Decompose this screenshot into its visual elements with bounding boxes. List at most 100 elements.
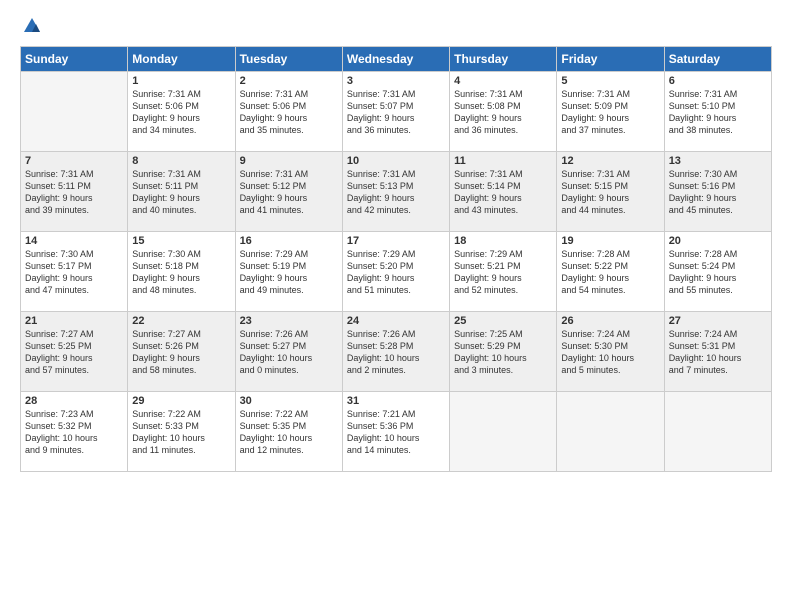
cell-info: Sunrise: 7:31 AM Sunset: 5:09 PM Dayligh… xyxy=(561,88,659,137)
cell-info: Sunrise: 7:29 AM Sunset: 5:19 PM Dayligh… xyxy=(240,248,338,297)
calendar-cell: 12Sunrise: 7:31 AM Sunset: 5:15 PM Dayli… xyxy=(557,152,664,232)
cell-info: Sunrise: 7:30 AM Sunset: 5:17 PM Dayligh… xyxy=(25,248,123,297)
cell-info: Sunrise: 7:30 AM Sunset: 5:16 PM Dayligh… xyxy=(669,168,767,217)
day-number: 11 xyxy=(454,155,552,167)
cell-info: Sunrise: 7:26 AM Sunset: 5:28 PM Dayligh… xyxy=(347,328,445,377)
day-number: 19 xyxy=(561,235,659,247)
day-number: 18 xyxy=(454,235,552,247)
calendar-cell: 20Sunrise: 7:28 AM Sunset: 5:24 PM Dayli… xyxy=(664,232,771,312)
calendar-cell: 19Sunrise: 7:28 AM Sunset: 5:22 PM Dayli… xyxy=(557,232,664,312)
cell-info: Sunrise: 7:21 AM Sunset: 5:36 PM Dayligh… xyxy=(347,408,445,457)
weekday-header: Friday xyxy=(557,47,664,72)
calendar-cell: 1Sunrise: 7:31 AM Sunset: 5:06 PM Daylig… xyxy=(128,72,235,152)
calendar-cell: 23Sunrise: 7:26 AM Sunset: 5:27 PM Dayli… xyxy=(235,312,342,392)
calendar-cell: 15Sunrise: 7:30 AM Sunset: 5:18 PM Dayli… xyxy=(128,232,235,312)
calendar-cell xyxy=(21,72,128,152)
calendar-cell: 24Sunrise: 7:26 AM Sunset: 5:28 PM Dayli… xyxy=(342,312,449,392)
day-number: 25 xyxy=(454,315,552,327)
calendar-cell: 14Sunrise: 7:30 AM Sunset: 5:17 PM Dayli… xyxy=(21,232,128,312)
weekday-header: Sunday xyxy=(21,47,128,72)
cell-info: Sunrise: 7:31 AM Sunset: 5:12 PM Dayligh… xyxy=(240,168,338,217)
day-number: 17 xyxy=(347,235,445,247)
cell-info: Sunrise: 7:24 AM Sunset: 5:31 PM Dayligh… xyxy=(669,328,767,377)
calendar-cell: 3Sunrise: 7:31 AM Sunset: 5:07 PM Daylig… xyxy=(342,72,449,152)
calendar-cell: 7Sunrise: 7:31 AM Sunset: 5:11 PM Daylig… xyxy=(21,152,128,232)
calendar-cell: 28Sunrise: 7:23 AM Sunset: 5:32 PM Dayli… xyxy=(21,392,128,472)
day-number: 12 xyxy=(561,155,659,167)
cell-info: Sunrise: 7:28 AM Sunset: 5:22 PM Dayligh… xyxy=(561,248,659,297)
weekday-header: Monday xyxy=(128,47,235,72)
calendar-cell: 11Sunrise: 7:31 AM Sunset: 5:14 PM Dayli… xyxy=(450,152,557,232)
header xyxy=(20,16,772,36)
calendar-cell: 13Sunrise: 7:30 AM Sunset: 5:16 PM Dayli… xyxy=(664,152,771,232)
day-number: 5 xyxy=(561,75,659,87)
calendar-cell: 17Sunrise: 7:29 AM Sunset: 5:20 PM Dayli… xyxy=(342,232,449,312)
calendar-cell xyxy=(450,392,557,472)
cell-info: Sunrise: 7:31 AM Sunset: 5:11 PM Dayligh… xyxy=(132,168,230,217)
day-number: 24 xyxy=(347,315,445,327)
cell-info: Sunrise: 7:31 AM Sunset: 5:07 PM Dayligh… xyxy=(347,88,445,137)
calendar-cell: 18Sunrise: 7:29 AM Sunset: 5:21 PM Dayli… xyxy=(450,232,557,312)
calendar-week-row: 14Sunrise: 7:30 AM Sunset: 5:17 PM Dayli… xyxy=(21,232,772,312)
calendar-header-row: SundayMondayTuesdayWednesdayThursdayFrid… xyxy=(21,47,772,72)
logo-icon xyxy=(22,16,42,36)
weekday-header: Tuesday xyxy=(235,47,342,72)
day-number: 28 xyxy=(25,395,123,407)
cell-info: Sunrise: 7:25 AM Sunset: 5:29 PM Dayligh… xyxy=(454,328,552,377)
day-number: 22 xyxy=(132,315,230,327)
cell-info: Sunrise: 7:27 AM Sunset: 5:25 PM Dayligh… xyxy=(25,328,123,377)
calendar-cell: 16Sunrise: 7:29 AM Sunset: 5:19 PM Dayli… xyxy=(235,232,342,312)
cell-info: Sunrise: 7:29 AM Sunset: 5:21 PM Dayligh… xyxy=(454,248,552,297)
page: SundayMondayTuesdayWednesdayThursdayFrid… xyxy=(0,0,792,612)
calendar-week-row: 21Sunrise: 7:27 AM Sunset: 5:25 PM Dayli… xyxy=(21,312,772,392)
calendar-week-row: 7Sunrise: 7:31 AM Sunset: 5:11 PM Daylig… xyxy=(21,152,772,232)
cell-info: Sunrise: 7:31 AM Sunset: 5:14 PM Dayligh… xyxy=(454,168,552,217)
day-number: 29 xyxy=(132,395,230,407)
calendar-week-row: 28Sunrise: 7:23 AM Sunset: 5:32 PM Dayli… xyxy=(21,392,772,472)
cell-info: Sunrise: 7:24 AM Sunset: 5:30 PM Dayligh… xyxy=(561,328,659,377)
day-number: 8 xyxy=(132,155,230,167)
cell-info: Sunrise: 7:30 AM Sunset: 5:18 PM Dayligh… xyxy=(132,248,230,297)
cell-info: Sunrise: 7:31 AM Sunset: 5:13 PM Dayligh… xyxy=(347,168,445,217)
cell-info: Sunrise: 7:26 AM Sunset: 5:27 PM Dayligh… xyxy=(240,328,338,377)
day-number: 10 xyxy=(347,155,445,167)
weekday-header: Saturday xyxy=(664,47,771,72)
day-number: 20 xyxy=(669,235,767,247)
calendar-cell: 29Sunrise: 7:22 AM Sunset: 5:33 PM Dayli… xyxy=(128,392,235,472)
day-number: 1 xyxy=(132,75,230,87)
cell-info: Sunrise: 7:23 AM Sunset: 5:32 PM Dayligh… xyxy=(25,408,123,457)
day-number: 15 xyxy=(132,235,230,247)
calendar-cell: 9Sunrise: 7:31 AM Sunset: 5:12 PM Daylig… xyxy=(235,152,342,232)
logo xyxy=(20,16,42,36)
day-number: 13 xyxy=(669,155,767,167)
calendar-cell: 30Sunrise: 7:22 AM Sunset: 5:35 PM Dayli… xyxy=(235,392,342,472)
calendar-cell: 5Sunrise: 7:31 AM Sunset: 5:09 PM Daylig… xyxy=(557,72,664,152)
calendar-cell: 27Sunrise: 7:24 AM Sunset: 5:31 PM Dayli… xyxy=(664,312,771,392)
calendar-cell xyxy=(664,392,771,472)
day-number: 6 xyxy=(669,75,767,87)
cell-info: Sunrise: 7:31 AM Sunset: 5:06 PM Dayligh… xyxy=(240,88,338,137)
day-number: 9 xyxy=(240,155,338,167)
calendar-cell: 10Sunrise: 7:31 AM Sunset: 5:13 PM Dayli… xyxy=(342,152,449,232)
day-number: 14 xyxy=(25,235,123,247)
day-number: 23 xyxy=(240,315,338,327)
day-number: 27 xyxy=(669,315,767,327)
day-number: 2 xyxy=(240,75,338,87)
weekday-header: Wednesday xyxy=(342,47,449,72)
cell-info: Sunrise: 7:22 AM Sunset: 5:33 PM Dayligh… xyxy=(132,408,230,457)
calendar-cell: 21Sunrise: 7:27 AM Sunset: 5:25 PM Dayli… xyxy=(21,312,128,392)
cell-info: Sunrise: 7:22 AM Sunset: 5:35 PM Dayligh… xyxy=(240,408,338,457)
cell-info: Sunrise: 7:27 AM Sunset: 5:26 PM Dayligh… xyxy=(132,328,230,377)
day-number: 4 xyxy=(454,75,552,87)
cell-info: Sunrise: 7:31 AM Sunset: 5:10 PM Dayligh… xyxy=(669,88,767,137)
cell-info: Sunrise: 7:29 AM Sunset: 5:20 PM Dayligh… xyxy=(347,248,445,297)
calendar-cell xyxy=(557,392,664,472)
calendar: SundayMondayTuesdayWednesdayThursdayFrid… xyxy=(20,46,772,472)
calendar-cell: 26Sunrise: 7:24 AM Sunset: 5:30 PM Dayli… xyxy=(557,312,664,392)
calendar-week-row: 1 Sunrise: 7:31 AM Sunset: 5:06 PM Daylig… xyxy=(21,72,772,152)
cell-info: Sunrise: 7:31 AM Sunset: 5:15 PM Dayligh… xyxy=(561,168,659,217)
calendar-cell: 2Sunrise: 7:31 AM Sunset: 5:06 PM Daylig… xyxy=(235,72,342,152)
day-number: 31 xyxy=(347,395,445,407)
day-number: 21 xyxy=(25,315,123,327)
day-number: 16 xyxy=(240,235,338,247)
